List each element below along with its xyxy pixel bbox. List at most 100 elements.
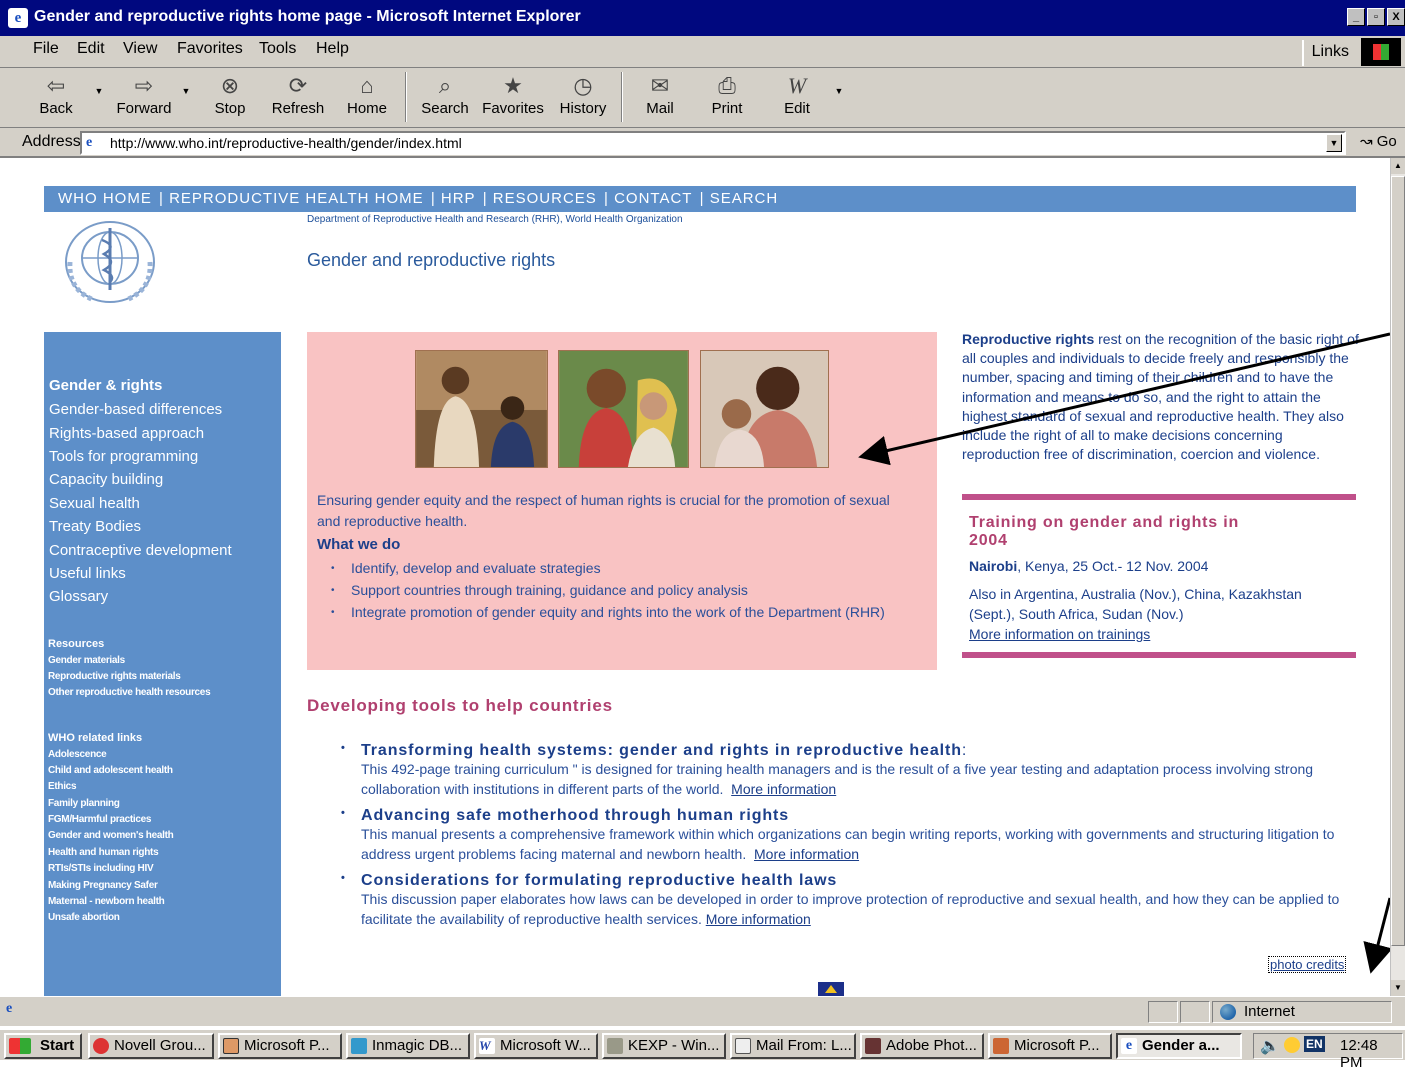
task-mail[interactable]: Mail From: L... <box>730 1033 856 1059</box>
who-link[interactable]: Child and adolescent health <box>48 765 173 776</box>
who-link[interactable]: FGM/Harmful practices <box>48 814 151 825</box>
vertical-scrollbar[interactable]: ▲ ▼ <box>1390 158 1405 996</box>
search-button[interactable]: ⌕ Search <box>419 72 471 117</box>
mail-icon <box>735 1038 751 1054</box>
sidebar-item-tools[interactable]: Tools for programming <box>49 448 198 465</box>
go-label: Go <box>1376 133 1397 150</box>
task-gender-ie[interactable]: e Gender a... <box>1116 1033 1242 1059</box>
who-link[interactable]: RTIs/STIs including HIV <box>48 863 154 874</box>
more-information-link[interactable]: More information <box>706 911 811 927</box>
print-button[interactable]: ⎙ Print <box>707 72 747 117</box>
more-information-link[interactable]: More information <box>754 846 859 862</box>
nav-search[interactable]: SEARCH <box>710 190 779 207</box>
resource-link[interactable]: Other reproductive health resources <box>48 687 211 698</box>
sidebar-item-capacity[interactable]: Capacity building <box>49 471 163 488</box>
mail-icon: ✉ <box>650 73 670 98</box>
who-link[interactable]: Gender and women's health <box>48 830 174 841</box>
training-more-link[interactable]: More information on trainings <box>969 624 1339 644</box>
start-button[interactable]: Start <box>4 1033 82 1059</box>
who-link[interactable]: Making Pregnancy Safer <box>48 880 158 891</box>
tool-title-text[interactable]: Advancing safe motherhood through human … <box>361 807 789 824</box>
address-input[interactable] <box>110 134 1310 152</box>
back-to-top-icon[interactable] <box>818 982 844 996</box>
who-link[interactable]: Unsafe abortion <box>48 912 120 923</box>
edit-label: Edit <box>784 100 810 117</box>
inmagic-icon <box>351 1038 367 1054</box>
who-link[interactable]: Ethics <box>48 781 77 792</box>
tool-title-text[interactable]: Transforming health systems: gender and … <box>361 742 962 759</box>
favorites-button[interactable]: ★ Favorites <box>482 72 544 117</box>
stop-button[interactable]: ⊗ Stop <box>212 72 248 117</box>
close-button[interactable]: X <box>1387 8 1405 26</box>
scroll-up-icon[interactable]: ▲ <box>1391 158 1405 174</box>
who-logo-icon[interactable] <box>64 220 156 304</box>
task-kexp[interactable]: KEXP - Win... <box>602 1033 726 1059</box>
go-button[interactable]: ↝ Go <box>1360 132 1397 150</box>
menu-help[interactable]: Help <box>316 40 349 58</box>
forward-dropdown-icon[interactable]: ▼ <box>181 86 191 96</box>
task-label: Microsoft P... <box>1014 1037 1100 1054</box>
photo-father-baby <box>700 350 829 468</box>
photo-credits-link[interactable]: photo credits <box>1268 956 1347 973</box>
maximize-button[interactable]: ▫ <box>1367 8 1385 26</box>
nav-contact[interactable]: CONTACT <box>614 190 692 207</box>
address-dropdown-icon[interactable]: ▼ <box>1326 134 1342 152</box>
edit-button[interactable]: W Edit <box>779 72 815 117</box>
menu-tools[interactable]: Tools <box>259 40 296 58</box>
refresh-label: Refresh <box>271 100 325 117</box>
tool-title-text[interactable]: Considerations for formulating reproduct… <box>361 872 837 889</box>
language-indicator[interactable]: EN <box>1304 1036 1325 1052</box>
back-button[interactable]: ⇦ Back <box>38 72 74 117</box>
who-link[interactable]: Adolescence <box>48 749 107 760</box>
sidebar-item-contraceptive[interactable]: Contraceptive development <box>49 542 232 559</box>
zone-pane <box>1212 1001 1392 1023</box>
sidebar-item-rights-approach[interactable]: Rights-based approach <box>49 425 204 442</box>
scroll-down-icon[interactable]: ▼ <box>1391 980 1405 996</box>
nav-hrp[interactable]: HRP <box>441 190 476 207</box>
sidebar-item-useful-links[interactable]: Useful links <box>49 565 126 582</box>
sidebar-item-gender-differences[interactable]: Gender-based differences <box>49 401 222 418</box>
tools-heading: Developing tools to help countries <box>307 696 613 715</box>
speaker-icon[interactable]: 🔈 <box>1260 1036 1280 1056</box>
resource-link[interactable]: Gender materials <box>48 655 125 666</box>
who-link[interactable]: Health and human rights <box>48 847 159 858</box>
sidebar-item-treaty-bodies[interactable]: Treaty Bodies <box>49 518 141 535</box>
more-information-link[interactable]: More information <box>731 781 836 797</box>
nav-resources[interactable]: RESOURCES <box>493 190 597 207</box>
task-microsoft[interactable]: Microsoft P... <box>988 1033 1112 1059</box>
menu-favorites[interactable]: Favorites <box>177 40 243 58</box>
tool-description: This 492-page training curriculum " is d… <box>361 760 1361 799</box>
menu-view[interactable]: View <box>123 40 157 58</box>
minimize-button[interactable]: _ <box>1347 8 1365 26</box>
menu-edit[interactable]: Edit <box>77 40 105 58</box>
home-button[interactable]: ⌂ Home <box>345 72 389 117</box>
sidebar-item-sexual-health[interactable]: Sexual health <box>49 495 140 512</box>
forward-button[interactable]: ⇨ Forward <box>115 72 173 117</box>
task-word[interactable]: W Microsoft W... <box>474 1033 598 1059</box>
task-powerpoint[interactable]: Microsoft P... <box>218 1033 342 1059</box>
nav-who-home[interactable]: WHO HOME <box>58 190 152 207</box>
history-button[interactable]: ◷ History <box>558 72 608 117</box>
resources-heading: Resources <box>48 638 105 650</box>
sidebar-item-glossary[interactable]: Glossary <box>49 588 108 605</box>
resource-link[interactable]: Reproductive rights materials <box>48 671 181 682</box>
scroll-thumb[interactable] <box>1391 176 1405 946</box>
nav-rh-home[interactable]: REPRODUCTIVE HEALTH HOME <box>169 190 424 207</box>
what-we-do-heading: What we do <box>317 536 401 553</box>
links-button[interactable]: Links <box>1301 40 1357 66</box>
who-link[interactable]: Family planning <box>48 798 120 809</box>
refresh-button[interactable]: ⟳ Refresh <box>270 72 326 117</box>
task-inmagic[interactable]: Inmagic DB... <box>346 1033 470 1059</box>
sidebar-heading[interactable]: Gender & rights <box>49 377 162 394</box>
tool-description: This discussion paper elaborates how law… <box>361 890 1361 929</box>
edit-dropdown-icon[interactable]: ▼ <box>834 86 844 96</box>
clock[interactable]: 12:48 PM <box>1340 1037 1402 1071</box>
tray-app-icon[interactable] <box>1284 1037 1300 1053</box>
menu-file[interactable]: File <box>33 40 59 58</box>
address-field[interactable]: e ▼ <box>80 131 1346 155</box>
task-novell[interactable]: Novell Grou... <box>88 1033 214 1059</box>
mail-button[interactable]: ✉ Mail <box>640 72 680 117</box>
task-photoshop[interactable]: Adobe Phot... <box>860 1033 984 1059</box>
who-link[interactable]: Maternal - newborn health <box>48 896 165 907</box>
back-dropdown-icon[interactable]: ▼ <box>94 86 104 96</box>
